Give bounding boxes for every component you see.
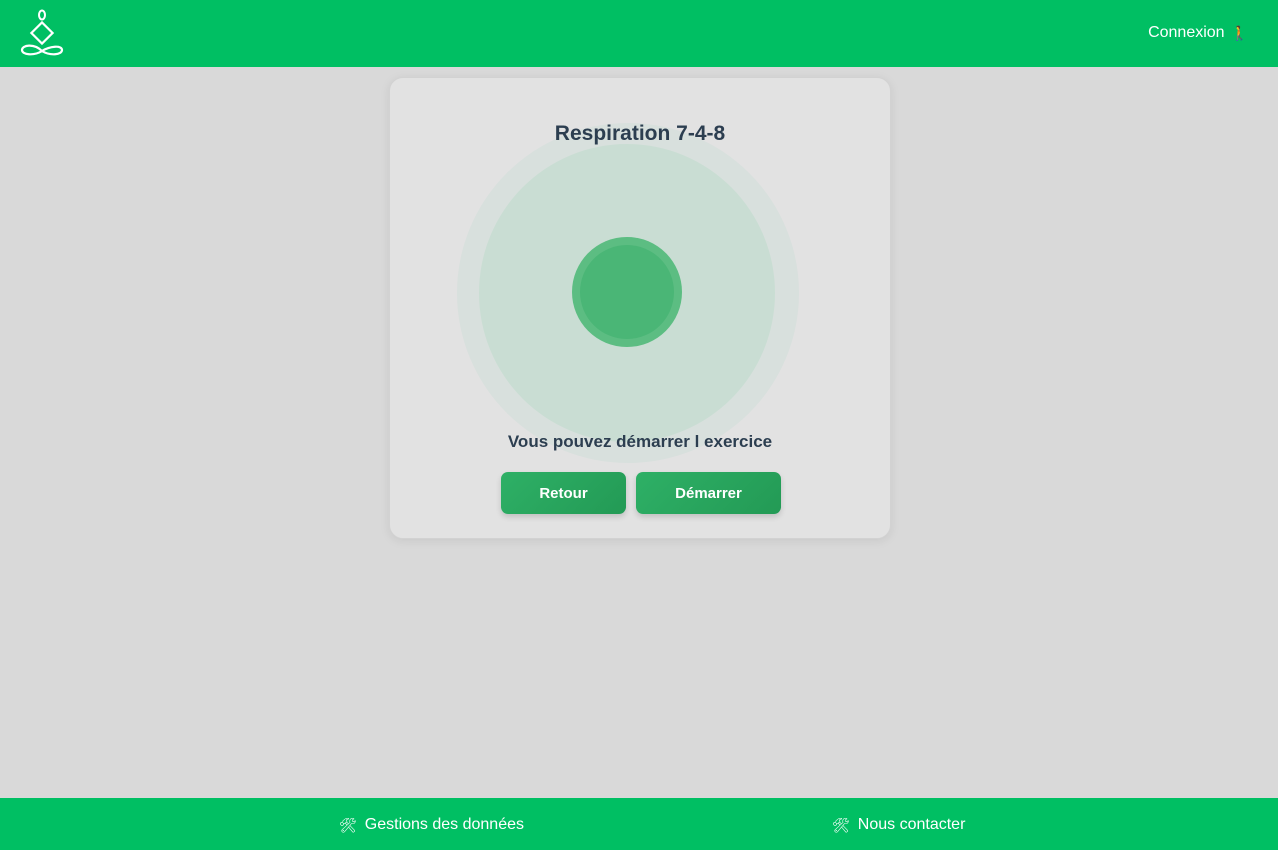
tools-icon: 🛠 [339, 817, 357, 833]
tools-icon: 🛠 [832, 817, 850, 833]
breathing-exercise-card: Respiration 7-4-8 Vous pouvez démarrer l… [389, 77, 891, 539]
top-navbar: Connexion 🚶 [0, 0, 1278, 67]
exercise-status-text: Vous pouvez démarrer l exercice [507, 432, 773, 451]
meditation-logo-icon[interactable] [20, 8, 64, 58]
footer-bar: 🛠 Gestions des données 🛠 Nous contacter [0, 798, 1278, 850]
back-button[interactable]: Retour [501, 472, 626, 514]
footer-link-contact[interactable]: 🛠 Nous contacter [832, 815, 965, 835]
footer-link-label: Gestions des données [364, 816, 524, 833]
breathing-circle-core [580, 245, 674, 339]
login-link[interactable]: Connexion 🚶 [1148, 23, 1248, 43]
login-label: Connexion [1148, 24, 1225, 41]
footer-link-label: Nous contacter [857, 816, 966, 833]
footer-link-data-management[interactable]: 🛠 Gestions des données [339, 815, 524, 835]
exercise-title: Respiration 7-4-8 [554, 122, 726, 145]
person-walking-icon: 🚶 [1230, 25, 1248, 41]
start-button[interactable]: Démarrer [636, 472, 781, 514]
